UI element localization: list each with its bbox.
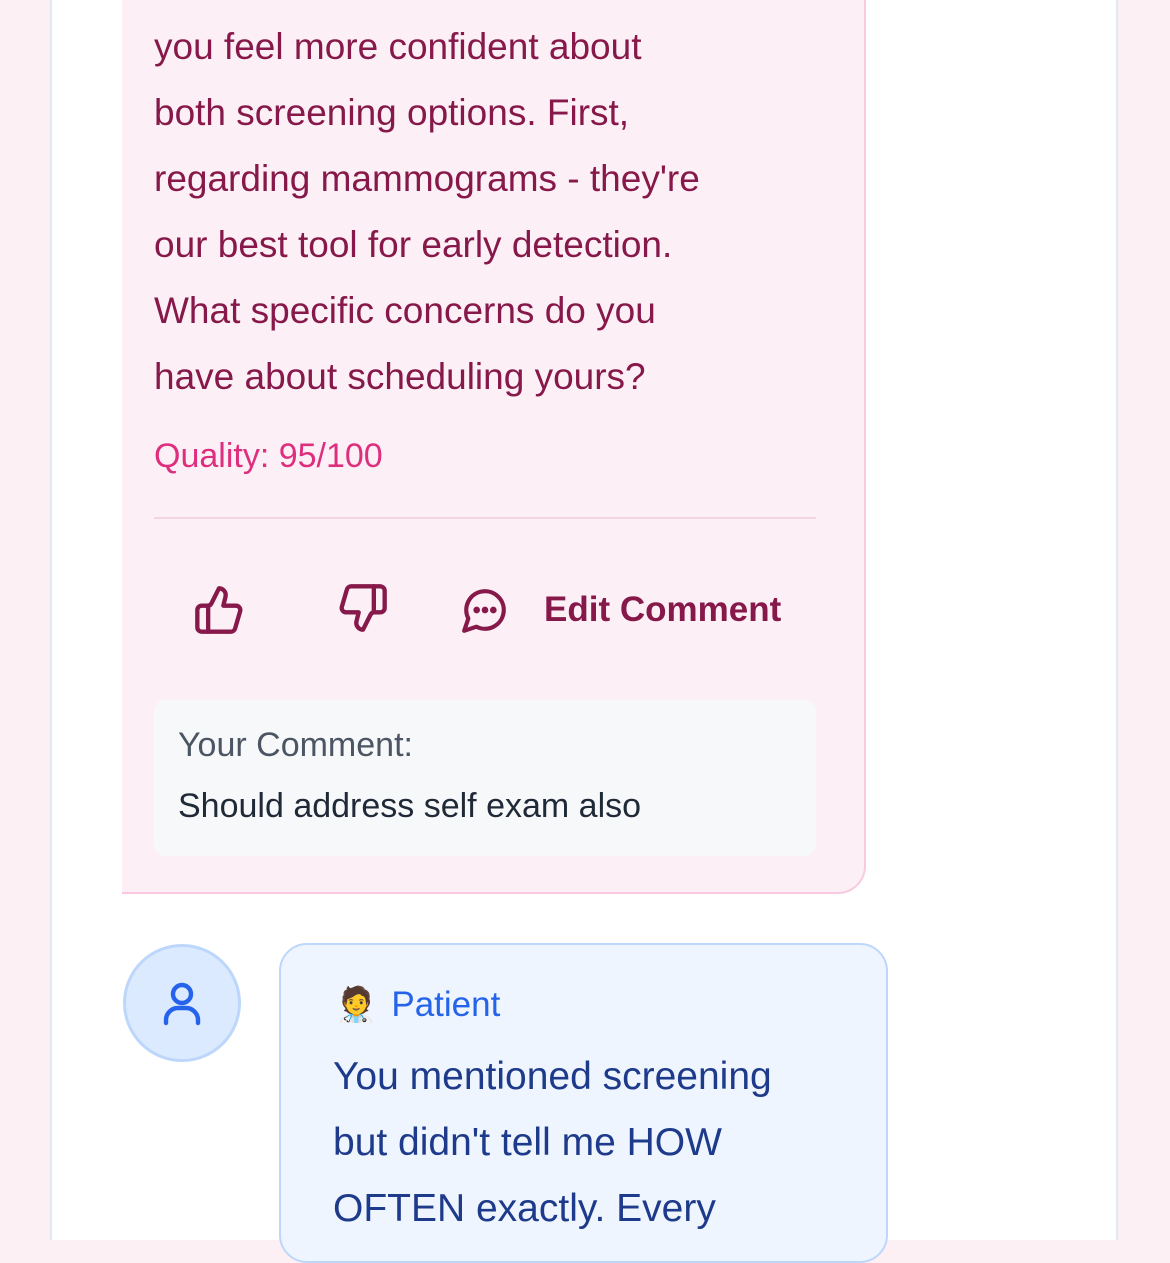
patient-message-card: 🧑‍⚕️ Patient You mentioned screening but… xyxy=(279,943,888,1263)
thumbs-up-button[interactable] xyxy=(183,574,255,646)
ai-message-line: What specific concerns do you xyxy=(154,290,656,331)
ai-message-line: regarding mammograms - they're xyxy=(154,158,700,199)
patient-message-line: but didn't tell me HOW xyxy=(333,1121,722,1164)
comment-heading: Your Comment: xyxy=(178,726,413,764)
patient-message-text: You mentioned screening but didn't tell … xyxy=(333,1044,873,1242)
chat-bubble-icon xyxy=(462,589,506,633)
ai-message-line: you feel more confident about xyxy=(154,26,642,67)
ai-message-line: both screening options. First, xyxy=(154,92,630,133)
quality-score: Quality: 95/100 xyxy=(154,437,383,475)
ai-message-line: our best tool for early detection. xyxy=(154,224,673,265)
thumbs-down-icon xyxy=(339,584,387,632)
ai-message-line: have about scheduling yours? xyxy=(154,356,646,397)
comment-box: Your Comment: Should address self exam a… xyxy=(154,700,816,856)
avatar xyxy=(123,944,241,1062)
user-icon xyxy=(163,982,201,1026)
comment-text: Should address self exam also xyxy=(178,787,642,825)
patient-message-line: OFTEN exactly. Every xyxy=(333,1187,716,1230)
patient-message-line: You mentioned screening xyxy=(333,1055,772,1098)
thumbs-down-button[interactable] xyxy=(327,572,399,644)
thumbs-up-icon xyxy=(195,586,243,634)
divider xyxy=(154,517,816,519)
edit-comment-label: Edit Comment xyxy=(544,590,782,629)
edit-comment-button[interactable]: Edit Comment xyxy=(460,574,781,646)
patient-header: 🧑‍⚕️ Patient xyxy=(335,983,500,1027)
sender-name: Patient xyxy=(391,985,501,1024)
ai-message-text: you feel more confident about both scree… xyxy=(154,14,834,410)
health-worker-emoji: 🧑‍⚕️ xyxy=(335,986,378,1024)
